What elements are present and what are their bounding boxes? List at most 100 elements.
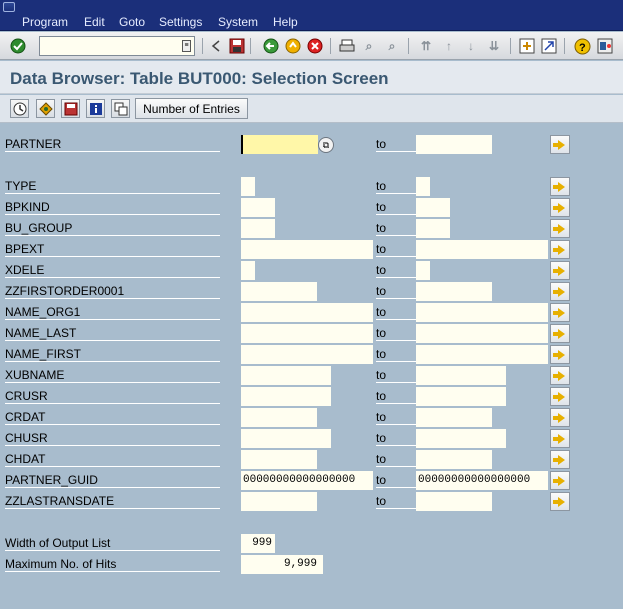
back-nav-icon[interactable] [207,37,225,55]
field-label-xdele: XDELE [5,263,220,278]
number-of-entries-button[interactable]: Number of Entries [135,98,248,119]
field-high-zzlastransdate[interactable] [416,492,492,511]
multiple-selection-button[interactable] [550,471,570,490]
variant-icon[interactable] [36,99,55,118]
multiple-selection-button[interactable] [550,366,570,385]
multiple-selection-button[interactable] [550,429,570,448]
multiple-selection-button[interactable] [550,387,570,406]
field-low-xubname[interactable] [241,366,331,385]
field-high-name-org1[interactable] [416,303,548,322]
value-help-icon[interactable]: ⧉ [318,137,334,153]
field-high-name-first[interactable] [416,345,548,364]
field-low-name-org1[interactable] [241,303,373,322]
multiple-selection-button[interactable] [550,135,570,154]
field-label-chusr: CHUSR [5,431,220,446]
command-history-icon[interactable]: ≡ [182,40,191,52]
field-high-zzfirstorder0001[interactable] [416,282,492,301]
field-high-xubname[interactable] [416,366,506,385]
field-low-zzlastransdate[interactable] [241,492,317,511]
menu-bar: Program Edit Goto Settings System Help [0,0,623,31]
maximum-no-of-hits-input[interactable]: 9,999 [241,555,323,574]
field-low-type[interactable] [241,177,255,196]
field-low-chusr[interactable] [241,429,331,448]
field-low-crusr[interactable] [241,387,331,406]
multiple-selection-button[interactable] [550,282,570,301]
shortcut-icon[interactable] [540,37,558,55]
field-high-xdele[interactable] [416,261,430,280]
multiple-selection-button[interactable] [550,408,570,427]
command-field[interactable]: ≡ [39,36,195,56]
arrow-right-icon [552,391,565,402]
to-label: to [376,179,416,194]
field-low-zzfirstorder0001[interactable] [241,282,317,301]
arrow-right-icon [552,433,565,444]
field-high-bpkind[interactable] [416,198,450,217]
field-low-partner[interactable] [241,135,318,154]
field-low-bpext[interactable] [241,240,373,259]
field-high-chusr[interactable] [416,429,506,448]
field-high-bpext[interactable] [416,240,548,259]
field-low-name-first[interactable] [241,345,373,364]
layout-icon[interactable] [596,37,614,55]
multiple-selection-button[interactable] [550,177,570,196]
menu-system[interactable]: System [218,15,258,29]
multiple-selection-button[interactable] [550,219,570,238]
multiple-selection-button[interactable] [550,261,570,280]
field-high-name-last[interactable] [416,324,548,343]
field-low-name-last[interactable] [241,324,373,343]
system-menu-icon[interactable] [3,2,15,12]
multiple-selection-button[interactable] [550,324,570,343]
find-icon[interactable]: ⌕ [360,37,378,55]
menu-settings[interactable]: Settings [159,15,202,29]
field-high-crdat[interactable] [416,408,492,427]
multiple-selection-icon[interactable] [111,99,130,118]
save-variant-icon[interactable] [61,99,80,118]
next-page-icon[interactable]: ↓ [462,37,480,55]
toolbar-separator [250,38,251,54]
help-icon[interactable]: ? [573,37,591,55]
field-high-partner[interactable] [416,135,492,154]
multiple-selection-button[interactable] [550,492,570,511]
save-icon[interactable] [228,37,246,55]
arrow-right-icon [552,496,565,507]
menu-program[interactable]: Program [22,15,68,29]
field-high-chdat[interactable] [416,450,492,469]
multiple-selection-button[interactable] [550,303,570,322]
print-icon[interactable] [338,37,356,55]
to-label: to [376,200,416,215]
field-low-bu-group[interactable] [241,219,275,238]
create-session-icon[interactable] [518,37,536,55]
field-high-partner-guid[interactable]: 00000000000000000 [416,471,548,490]
info-icon[interactable] [86,99,105,118]
first-page-icon[interactable]: ⇈ [417,37,435,55]
field-label-crusr: CRUSR [5,389,220,404]
field-high-type[interactable] [416,177,430,196]
field-low-partner-guid[interactable]: 00000000000000000 [241,471,373,490]
multiple-selection-button[interactable] [550,198,570,217]
back-icon[interactable] [262,37,280,55]
menu-edit[interactable]: Edit [84,15,105,29]
field-high-crusr[interactable] [416,387,506,406]
multiple-selection-button[interactable] [550,345,570,364]
execute-icon[interactable] [10,99,29,118]
cancel-icon[interactable] [306,37,324,55]
field-low-bpkind[interactable] [241,198,275,217]
enter-icon[interactable] [9,37,27,55]
field-low-chdat[interactable] [241,450,317,469]
multiple-selection-button[interactable] [550,240,570,259]
field-low-xdele[interactable] [241,261,255,280]
menu-help[interactable]: Help [273,15,298,29]
multiple-selection-button[interactable] [550,450,570,469]
width-of-output-list-input[interactable]: 999 [241,534,275,553]
last-page-icon[interactable]: ⇊ [485,37,503,55]
arrow-right-icon [552,370,565,381]
find-next-icon[interactable]: ⌕ [383,37,401,55]
exit-icon[interactable] [284,37,302,55]
field-high-bu-group[interactable] [416,219,450,238]
to-label: to [376,263,416,278]
to-label: to [376,137,416,152]
field-low-crdat[interactable] [241,408,317,427]
previous-page-icon[interactable]: ↑ [440,37,458,55]
menu-goto[interactable]: Goto [119,15,145,29]
to-label: to [376,410,416,425]
